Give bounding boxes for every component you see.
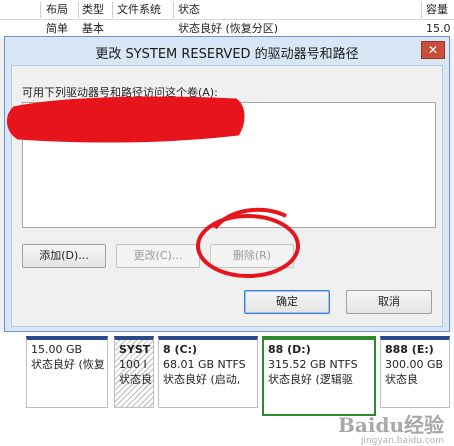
partition-c[interactable]: 8 (C:) 68.01 GB NTFS 状态良好 (启动, bbox=[158, 336, 258, 408]
partition-name: 888 (E:) bbox=[385, 343, 434, 356]
partition-recovery[interactable]: 15.00 GB 状态良好 (恢复 bbox=[26, 336, 108, 408]
partition-size: 15.00 GB bbox=[31, 343, 83, 356]
cell-capacity: 15.0 bbox=[426, 22, 451, 35]
column-separator bbox=[78, 2, 79, 18]
partition-d[interactable]: 88 (D:) 315.52 GB NTFS 状态良好 (逻辑驱 bbox=[262, 336, 376, 416]
partition-status: 状态良好 (逻辑驱 bbox=[268, 373, 353, 386]
cancel-button[interactable]: 取消 bbox=[346, 290, 432, 314]
column-separator bbox=[40, 2, 41, 18]
column-separator bbox=[421, 2, 422, 18]
column-header-capacity[interactable]: 容量 bbox=[426, 3, 448, 17]
column-separator bbox=[112, 2, 113, 18]
watermark-url: jingyan.baidu.com bbox=[360, 436, 444, 446]
remove-button[interactable]: 删除(R) bbox=[210, 244, 294, 268]
partition-e[interactable]: 888 (E:) 300.00 GB 状态良 bbox=[380, 336, 450, 408]
column-header-status[interactable]: 状态 bbox=[178, 3, 200, 17]
partition-status: 状态良 bbox=[385, 373, 418, 386]
change-drive-letter-dialog: 更改 SYSTEM RESERVED 的驱动器号和路径 ✕ 可用下列驱动器号和路… bbox=[4, 36, 450, 332]
screen: 布局 类型 文件系统 状态 容量 简单 基本 状态良好 (恢复分区) 15.0 … bbox=[0, 0, 454, 446]
partition-status: 状态良好 (恢复 bbox=[31, 358, 105, 371]
partition-status: 状态良好 (启动, bbox=[163, 373, 241, 386]
partition-size: 100 I bbox=[119, 358, 147, 371]
dialog-body: 可用下列驱动器号和路径访问这个卷(A): 添加(D)... 更改(C)... 删… bbox=[11, 65, 443, 327]
partition-name: SYST bbox=[119, 343, 151, 356]
watermark-logo: Baidu经验 bbox=[338, 413, 444, 437]
disk-map: 15.00 GB 状态良好 (恢复 SYST 100 I 状态良 8 (C:) … bbox=[0, 332, 454, 446]
ok-button[interactable]: 确定 bbox=[244, 290, 330, 314]
partition-size: 315.52 GB NTFS bbox=[268, 358, 358, 371]
column-separator bbox=[173, 2, 174, 18]
partition-size: 68.01 GB NTFS bbox=[163, 358, 246, 371]
partition-status: 状态良 bbox=[119, 373, 152, 386]
partition-name: 88 (D:) bbox=[268, 343, 311, 356]
column-header-type[interactable]: 类型 bbox=[82, 3, 104, 17]
access-paths-list[interactable] bbox=[22, 102, 436, 228]
volume-list-header: 布局 类型 文件系统 状态 容量 bbox=[0, 0, 454, 20]
cell-status: 状态良好 (恢复分区) bbox=[178, 22, 279, 35]
access-paths-label: 可用下列驱动器号和路径访问这个卷(A): bbox=[22, 86, 218, 99]
close-button[interactable]: ✕ bbox=[421, 41, 445, 59]
dialog-title: 更改 SYSTEM RESERVED 的驱动器号和路径 bbox=[95, 47, 359, 62]
partition-system-reserved[interactable]: SYST 100 I 状态良 bbox=[114, 336, 154, 408]
cell-layout: 简单 bbox=[46, 22, 68, 35]
partition-size: 300.00 GB bbox=[385, 358, 444, 371]
dialog-titlebar[interactable]: 更改 SYSTEM RESERVED 的驱动器号和路径 ✕ bbox=[5, 37, 449, 65]
add-button[interactable]: 添加(D)... bbox=[22, 244, 106, 268]
column-header-filesystem[interactable]: 文件系统 bbox=[117, 3, 161, 17]
cell-type: 基本 bbox=[82, 22, 104, 35]
partition-name: 8 (C:) bbox=[163, 343, 198, 356]
change-button[interactable]: 更改(C)... bbox=[116, 244, 200, 268]
column-header-layout[interactable]: 布局 bbox=[46, 3, 68, 17]
